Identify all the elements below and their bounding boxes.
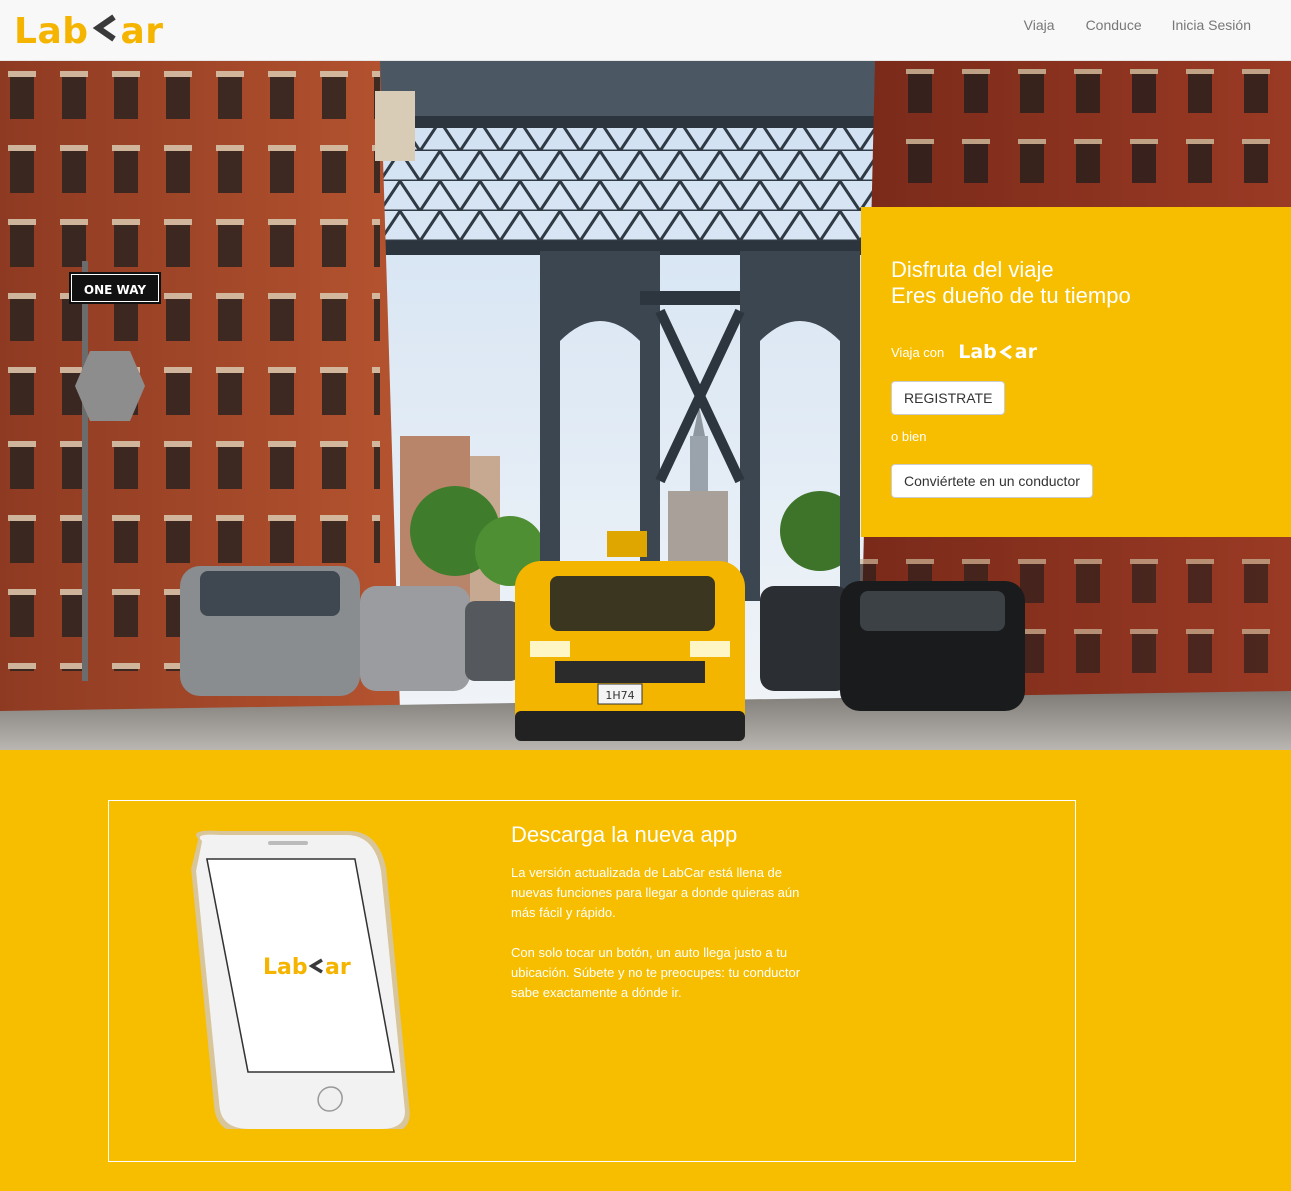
brand-logo-left: Lab — [14, 10, 89, 52]
become-driver-button[interactable]: Conviértete en un conductor — [891, 464, 1093, 498]
phone-logo-left: Lab — [263, 955, 308, 980]
chevron-left-icon — [92, 11, 118, 52]
phone-logo-right: ar — [325, 955, 351, 980]
top-navbar: Lab ar Viaja Conduce Inicia Sesión — [0, 0, 1291, 61]
register-button[interactable]: REGISTRATE — [891, 381, 1006, 415]
mini-brand-logo: Lab ar — [958, 341, 1037, 363]
ride-with-label: Viaja con — [891, 344, 945, 360]
hero-title-line1: Disfruta del viaje — [891, 257, 1054, 282]
phone-mockup-image: Lab ar — [191, 830, 410, 1129]
hero-title: Disfruta del viaje Eres dueño de tu tiem… — [891, 257, 1261, 309]
nav-links: Viaja Conduce Inicia Sesión — [1009, 0, 1291, 50]
hero-section: ONE WAY 1H74 Disfruta del viaje Eres due… — [0, 61, 1291, 750]
ride-with-row: Viaja con Lab ar — [891, 341, 1261, 363]
mini-logo-left: Lab — [958, 341, 997, 363]
hero-title-line2: Eres dueño de tu tiempo — [891, 283, 1131, 308]
app-paragraph-2: Con solo tocar un botón, un auto llega j… — [511, 945, 801, 1000]
brand-logo-right: ar — [120, 10, 164, 52]
mini-logo-right: ar — [1014, 341, 1037, 363]
app-download-box: Lab ar Descarga la nueva app La versión … — [108, 800, 1076, 1162]
hero-cta-panel: Disfruta del viaje Eres dueño de tu tiem… — [861, 207, 1291, 537]
app-description: Descarga la nueva app La versión actuali… — [511, 821, 801, 1023]
brand-logo[interactable]: Lab ar — [14, 10, 164, 52]
one-way-sign-text: ONE WAY — [84, 283, 146, 297]
chevron-left-icon — [999, 344, 1012, 360]
nav-link-viaja[interactable]: Viaja — [1009, 0, 1071, 50]
nav-link-inicia-sesion[interactable]: Inicia Sesión — [1157, 0, 1291, 50]
app-section-title: Descarga la nueva app — [511, 822, 738, 847]
nav-link-conduce[interactable]: Conduce — [1071, 0, 1157, 50]
taxi-plate-text: 1H74 — [605, 689, 634, 702]
app-paragraph-1: La versión actualizada de LabCar está ll… — [511, 865, 800, 920]
or-text: o bien — [891, 429, 927, 444]
